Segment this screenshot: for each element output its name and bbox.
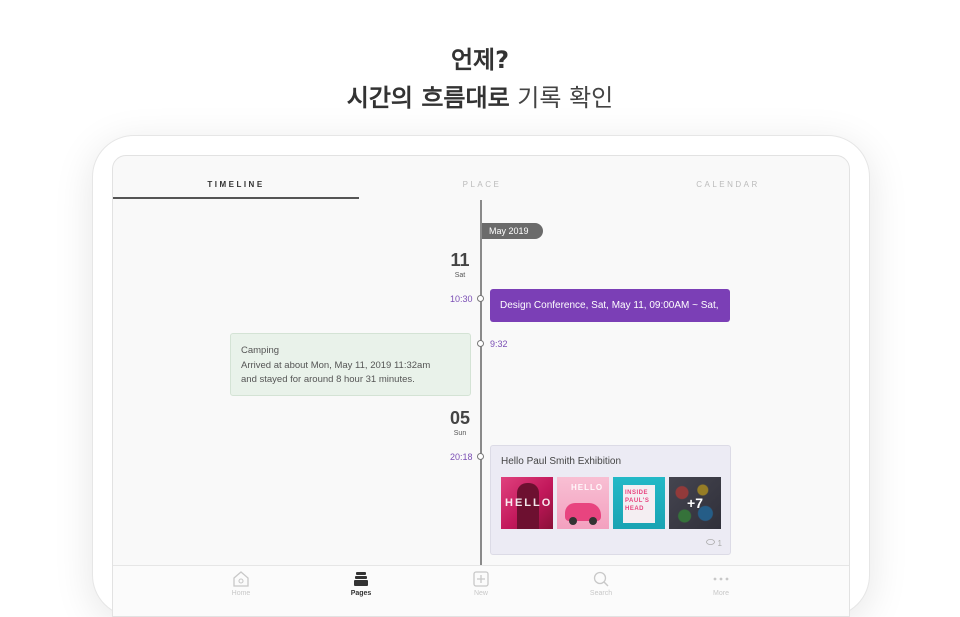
nav-home-label: Home — [231, 590, 251, 597]
timeline-dot — [477, 453, 484, 460]
day-name: Sat — [454, 272, 466, 279]
bottom-navigation: Home Pages New Search More — [113, 565, 849, 616]
event-design-conference[interactable]: Design Conference, Sat, May 11, 09:00AM … — [490, 289, 730, 322]
thumbnail-text: INSIDE PAUL'S HEAD — [625, 490, 650, 512]
nav-new[interactable]: New — [451, 569, 511, 597]
car-wheel — [589, 517, 597, 525]
thumbnail-text: HELLO — [571, 483, 604, 492]
timeline-axis — [480, 200, 482, 570]
nav-more[interactable]: More — [691, 569, 751, 597]
event-camping-card[interactable]: Camping Arrived at about Mon, May 11, 20… — [230, 333, 471, 396]
more-photos-count: +7 — [687, 495, 703, 511]
camping-title: Camping — [241, 345, 280, 356]
nav-home[interactable]: Home — [211, 569, 271, 597]
photo-thumbnail[interactable]: +7 — [669, 477, 721, 529]
pages-icon — [331, 569, 391, 589]
comment-icon — [706, 539, 717, 548]
comment-indicator[interactable]: 1 — [706, 539, 722, 548]
search-icon — [571, 569, 631, 589]
nav-more-label: More — [713, 590, 729, 597]
tab-calendar[interactable]: CALENDAR — [645, 180, 811, 189]
photo-thumbnail[interactable]: INSIDE PAUL'S HEAD — [613, 477, 665, 529]
headline-subtitle-light: 기록 확인 — [517, 84, 614, 112]
nav-search-label: Search — [589, 590, 613, 597]
nav-new-label: New — [473, 590, 488, 597]
headline-subtitle: 시간의 흐름대로 기록 확인 — [0, 78, 960, 113]
nav-pages-label: Pages — [350, 590, 372, 597]
home-icon — [211, 569, 271, 589]
event-time: 20:18 — [450, 452, 473, 462]
headline-question: 언제? — [450, 46, 510, 74]
tab-place[interactable]: PLACE — [399, 180, 565, 189]
event-exhibition-card[interactable]: Hello Paul Smith Exhibition HELLO HELLO … — [490, 445, 731, 555]
camping-arrival: Arrived at about Mon, May 11, 2019 11:32… — [241, 359, 431, 371]
more-dots-icon — [691, 569, 751, 589]
tab-timeline[interactable]: TIMELINE — [153, 180, 319, 189]
camping-duration: and stayed for around 8 hour 31 minutes. — [241, 374, 415, 385]
photo-thumbnail[interactable]: HELLO — [501, 477, 553, 529]
headline-subtitle-bold: 시간의 흐름대로 — [346, 84, 510, 112]
day-number: 05 — [449, 408, 471, 428]
active-tab-indicator — [113, 197, 359, 199]
day-name: Sun — [453, 430, 467, 437]
timeline-dot — [477, 295, 484, 302]
month-label: May 2019 — [482, 223, 543, 239]
plus-square-icon — [451, 569, 511, 589]
day-number: 11 — [450, 250, 470, 270]
thumbnail-text: HELLO — [505, 497, 553, 509]
app-screen: TIMELINE PLACE CALENDAR May 2019 11 Sat … — [112, 155, 850, 617]
nav-search[interactable]: Search — [571, 569, 631, 597]
car-wheel — [569, 517, 577, 525]
photo-thumbnail[interactable]: HELLO — [557, 477, 609, 529]
timeline-dot — [477, 340, 484, 347]
event-time: 9:32 — [490, 339, 508, 349]
nav-pages[interactable]: Pages — [331, 569, 391, 597]
event-time: 10:30 — [450, 294, 473, 304]
exhibition-title: Hello Paul Smith Exhibition — [501, 456, 622, 467]
comment-count: 1 — [717, 539, 722, 548]
